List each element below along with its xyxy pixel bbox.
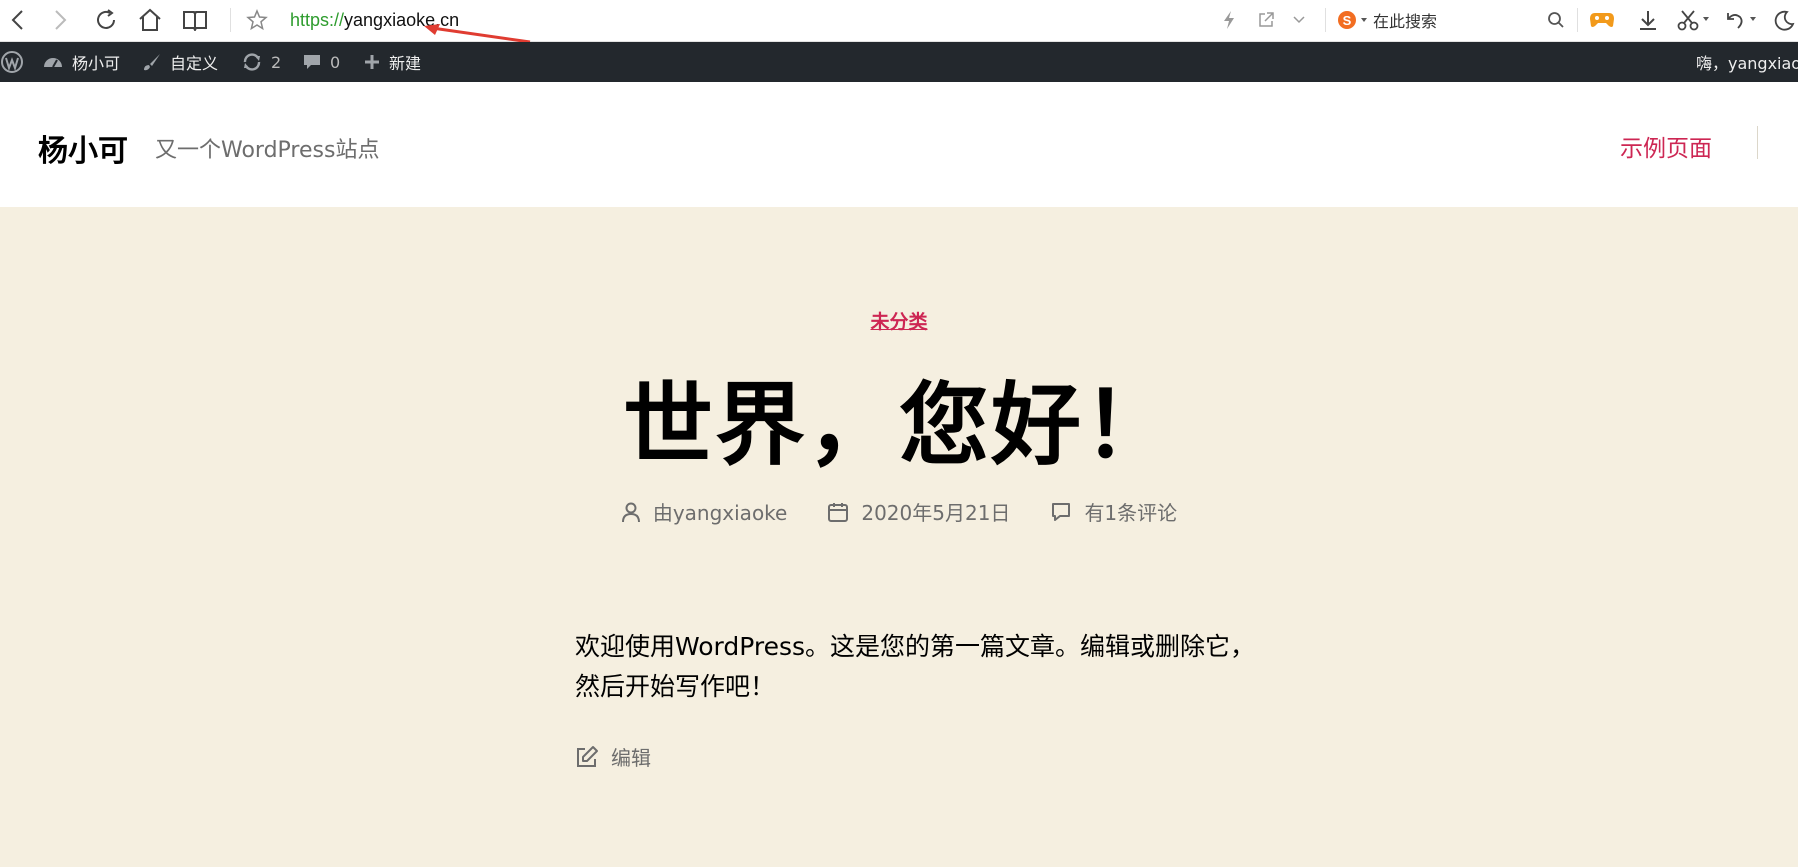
dashboard-icon xyxy=(44,58,62,68)
reading-mode-icon[interactable] xyxy=(180,0,210,40)
night-mode-icon[interactable] xyxy=(1770,0,1798,40)
comments-count: 0 xyxy=(330,52,341,72)
admin-bar-customize-label: 自定义 xyxy=(170,54,219,73)
site-header: 杨小可 又一个WordPress站点 示例页面 xyxy=(0,82,1798,207)
plus-icon xyxy=(365,55,379,69)
admin-bar-site-label: 杨小可 xyxy=(72,54,121,73)
share-icon[interactable] xyxy=(1253,0,1279,40)
comment-bubble-icon xyxy=(304,55,320,69)
post-comments[interactable]: 有1条评论 xyxy=(1050,497,1177,526)
edit-post-label: 编辑 xyxy=(611,746,651,770)
admin-bar-comments[interactable]: 0 xyxy=(302,42,340,82)
calendar-icon xyxy=(828,502,849,522)
menu-item-sample-page[interactable]: 示例页面 xyxy=(1620,129,1712,163)
post-date[interactable]: 2020年5月21日 xyxy=(827,497,1010,526)
search-engine-icon: S xyxy=(1338,11,1367,29)
admin-bar-greeting: 嗨，yangxiaok xyxy=(1696,54,1798,73)
edit-icon xyxy=(577,745,598,767)
game-controller-icon[interactable] xyxy=(1586,0,1618,40)
chevron-down-icon[interactable] xyxy=(1287,0,1311,40)
site-title[interactable]: 杨小可 xyxy=(38,126,128,170)
admin-bar-updates[interactable]: 2 xyxy=(241,42,281,82)
undo-icon[interactable] xyxy=(1722,0,1762,40)
svg-text:S: S xyxy=(1343,13,1352,28)
home-icon[interactable] xyxy=(135,0,165,40)
forward-icon[interactable] xyxy=(46,0,74,40)
lightning-icon[interactable] xyxy=(1217,0,1241,40)
browser-toolbar: https://yangxiaoke.cn S 在此搜索 xyxy=(0,0,1798,44)
post-author-label: 由yangxiaoke xyxy=(652,501,788,525)
admin-bar-new-label: 新建 xyxy=(389,54,422,73)
updates-icon xyxy=(243,53,261,71)
post-content: 欢迎使用WordPress。这是您的第一篇文章。编辑或删除它， 然后开始写作吧！ xyxy=(575,627,1295,707)
post-content-line: 欢迎使用WordPress。这是您的第一篇文章。编辑或删除它， xyxy=(575,632,1256,661)
site-description: 又一个WordPress站点 xyxy=(155,138,380,163)
wp-logo-icon[interactable] xyxy=(0,42,24,82)
bookmark-star-icon[interactable] xyxy=(243,0,271,40)
post-comments-label: 有1条评论 xyxy=(1084,501,1178,525)
url-scheme: https:// xyxy=(290,9,345,30)
back-icon[interactable] xyxy=(4,0,32,40)
toolbar-separator xyxy=(230,8,231,32)
edit-post-link[interactable]: 编辑 xyxy=(575,742,651,771)
download-icon[interactable] xyxy=(1634,0,1662,40)
header-divider xyxy=(1757,126,1758,159)
brush-icon xyxy=(144,54,160,71)
post-meta: 由yangxiaoke 2020年5月21日 有1条评论 xyxy=(0,497,1798,526)
search-box[interactable]: S 在此搜索 xyxy=(1333,6,1549,34)
post-author[interactable]: 由yangxiaoke xyxy=(621,497,788,526)
post-title[interactable]: 世界，您好！ xyxy=(0,352,1798,482)
search-placeholder: 在此搜索 xyxy=(1373,12,1438,31)
admin-bar-new[interactable]: 新建 xyxy=(363,42,421,82)
admin-bar-account[interactable]: 嗨，yangxiaok xyxy=(1696,42,1798,82)
updates-count: 2 xyxy=(271,52,282,72)
category-link[interactable]: 未分类 xyxy=(870,311,927,333)
comment-icon xyxy=(1052,502,1071,521)
post-area: 未分类 世界，您好！ 由yangxiaoke 2020年5月21日 有1条评论 … xyxy=(0,207,1798,867)
reload-icon[interactable] xyxy=(92,0,120,40)
post-category: 未分类 xyxy=(0,307,1798,334)
toolbar-separator xyxy=(1325,8,1326,32)
admin-bar-site-name[interactable]: 杨小可 xyxy=(42,42,120,82)
admin-bar-customize[interactable]: 自定义 xyxy=(142,42,218,82)
search-icon[interactable] xyxy=(1542,0,1570,40)
wp-admin-bar: 杨小可 自定义 2 0 新建 嗨，yangxiaok xyxy=(0,42,1798,82)
toolbar-separator xyxy=(1577,8,1578,32)
scissors-icon[interactable] xyxy=(1674,0,1714,40)
post-content-line: 然后开始写作吧！ xyxy=(575,672,776,701)
user-icon xyxy=(621,502,640,522)
post-date-label: 2020年5月21日 xyxy=(861,501,1011,525)
